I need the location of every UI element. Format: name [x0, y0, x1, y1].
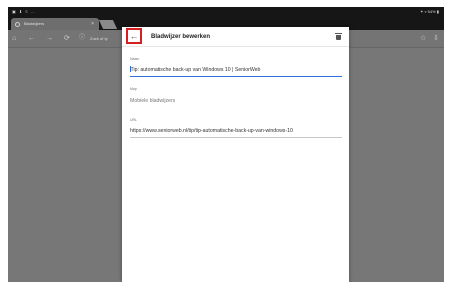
back-button[interactable]: ← — [126, 28, 142, 44]
home-icon[interactable]: ⌂ — [12, 30, 16, 47]
back-arrow-icon[interactable]: ← — [28, 30, 35, 47]
status-icons-right: ✶ ▿ 54% ▮ — [420, 9, 439, 14]
new-tab-button[interactable] — [98, 20, 118, 29]
trash-icon — [335, 33, 342, 34]
forward-arrow-icon[interactable]: → — [46, 30, 53, 47]
url-field[interactable]: https://www.seniorweb.nl/tip/tip-automat… — [130, 127, 342, 135]
info-icon[interactable]: ⓘ — [79, 30, 85, 47]
url-field-underline — [130, 137, 342, 138]
reload-icon[interactable]: ⟳ — [64, 30, 70, 47]
tab-title: Bladwijzers — [24, 21, 45, 26]
trash-icon-body — [336, 35, 341, 40]
globe-icon — [15, 22, 20, 27]
edit-bookmark-dialog: ← Bladwijzer bewerken Naam Tip: automati… — [122, 27, 349, 282]
tablet-screen: ▣ ⬇ ≡ … ✶ ▿ 54% ▮ Bladwijzers × ⌂ ← → ⟳ … — [8, 7, 444, 282]
status-bar: ▣ ⬇ ≡ … ✶ ▿ 54% ▮ — [8, 7, 444, 16]
dialog-title: Bladwijzer bewerken — [151, 34, 211, 40]
name-field[interactable]: Tip: automatische back-up van Windows 10… — [130, 66, 342, 74]
delete-button[interactable] — [335, 33, 342, 40]
dialog-header: ← Bladwijzer bewerken — [122, 27, 349, 47]
close-icon[interactable]: × — [91, 18, 94, 30]
folder-label: Map — [130, 87, 137, 91]
status-icons-left: ▣ ⬇ ≡ … — [12, 9, 36, 14]
name-label: Naam — [130, 57, 140, 61]
url-label: URL — [130, 118, 138, 122]
name-field-underline — [130, 76, 342, 77]
name-field-value: Tip: automatische back-up van Windows 10… — [130, 67, 261, 73]
browser-tab[interactable]: Bladwijzers × — [11, 18, 99, 30]
download-icon[interactable]: ⇩ — [433, 30, 439, 47]
folder-selector[interactable]: Mobiele bladwijzers — [130, 97, 342, 105]
star-icon[interactable]: ☆ — [420, 30, 426, 47]
omnibox-input[interactable]: Zoek of ty — [90, 30, 108, 47]
back-arrow-icon: ← — [129, 30, 139, 41]
